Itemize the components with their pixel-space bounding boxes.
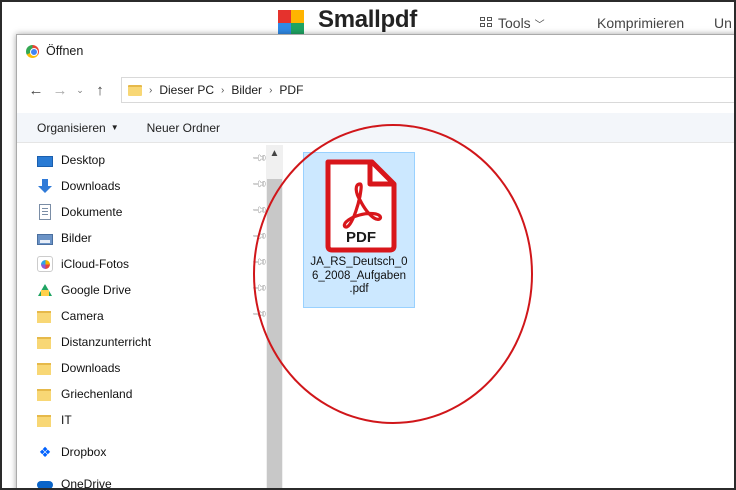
breadcrumb-separator-icon: › [269,84,273,96]
chrome-icon [26,44,39,58]
folder-icon [37,311,51,323]
sidebar-item-label: Dokumente [61,205,123,219]
breadcrumb-bilder[interactable]: Bilder [231,83,262,97]
back-button[interactable]: ← [25,79,47,101]
sidebar-item-label: IT [61,413,72,427]
sidebar-item-label: Distanzunterricht [61,335,152,349]
folder-icon [128,84,142,96]
sidebar-item-label: iCloud-Fotos [61,257,130,271]
sidebar-item-desktop[interactable]: Desktop [37,147,105,173]
breadcrumb-dieser-pc[interactable]: Dieser PC [159,83,214,97]
sidebar-item-bilder[interactable]: Bilder [37,225,92,251]
sidebar-item-label: Griechenland [61,387,133,401]
documents-icon [39,204,51,220]
organize-button[interactable]: Organisieren ▼ [37,121,119,135]
sidebar-item-icloud-fotos[interactable]: iCloud-Fotos [37,251,129,277]
sidebar-item-downloads[interactable]: Downloads [37,173,120,199]
breadcrumb-separator-icon: › [221,84,225,96]
caret-down-icon: ▼ [110,123,119,132]
google-drive-icon [37,282,53,298]
scrollbar-thumb[interactable] [267,179,282,488]
folder-icon [37,363,51,375]
tools-menu[interactable]: Tools ﹀ [480,15,545,31]
address-bar[interactable]: › Dieser PC › Bilder › PDF [121,77,734,103]
pictures-icon [37,233,53,245]
background-site-header: Smallpdf Tools ﹀ Komprimieren Un [2,2,734,38]
smallpdf-brand[interactable]: Smallpdf [318,6,417,34]
smallpdf-logo-icon[interactable] [278,10,304,36]
sidebar-scrollbar[interactable]: ▲ [266,145,283,488]
desktop-icon [37,155,53,167]
icloud-photos-icon [37,256,53,272]
sidebar-item-label: Downloads [61,179,121,193]
sidebar-item-label: Google Drive [61,283,132,297]
downloads-icon [37,178,53,194]
pdf-file-icon: PDF [325,159,397,253]
file-name-line: JA_RS_Deutsch_0 [310,256,408,268]
organize-label: Organisieren [37,120,106,135]
sidebar-item-label: Desktop [61,153,106,167]
chevron-down-icon: ﹀ [534,20,545,31]
navigation-bar: ← → ⌄ ↑ › Dieser PC › Bilder › PDF [17,67,734,113]
open-file-dialog: Öffnen ← → ⌄ ↑ › Dieser PC › Bilder › PD… [16,34,734,490]
breadcrumb-pdf[interactable]: PDF [279,83,303,97]
sidebar-item-distanzunterricht[interactable]: Distanzunterricht [37,329,151,355]
breadcrumb-separator-icon: › [149,84,153,96]
sidebar-item-it[interactable]: IT [37,407,72,433]
forward-button[interactable]: → [49,79,71,101]
folder-icon [37,337,51,349]
recent-locations-button[interactable]: ⌄ [73,79,87,101]
dialog-toolbar: Organisieren ▼ Neuer Ordner [17,113,734,143]
dialog-titlebar[interactable]: Öffnen [17,35,734,67]
sidebar-item-label: OneDrive [61,477,112,490]
sidebar-item-onedrive[interactable]: OneDrive [37,471,112,490]
file-item-pdf[interactable]: PDF JA_RS_Deutsch_0 6_2008_Aufgaben .pdf [303,152,415,308]
folder-icon [37,415,51,427]
nav-komprimieren[interactable]: Komprimieren [597,15,684,31]
sidebar-item-dokumente[interactable]: Dokumente [37,199,122,225]
sidebar-item-label: Bilder [61,231,92,245]
file-name-line: 6_2008_Aufgaben [311,269,406,282]
pdf-icon-label: PDF [346,229,376,246]
tools-label: Tools [498,15,531,31]
file-name: JA_RS_Deutsch_0 6_2008_Aufgaben .pdf [306,256,412,297]
scroll-up-arrow-icon[interactable]: ▲ [266,145,283,162]
navigation-pane: Desktop 📌︎ Downloads 📌︎ Dokumente 📌︎ Bil… [17,145,284,490]
screenshot-frame: Smallpdf Tools ﹀ Komprimieren Un Öffnen … [0,0,736,490]
sidebar-item-griechenland[interactable]: Griechenland [37,381,132,407]
up-button[interactable]: ↑ [89,79,111,101]
sidebar-item-camera[interactable]: Camera [37,303,104,329]
nav-truncated[interactable]: Un [714,15,732,31]
onedrive-icon [37,476,53,488]
sidebar-item-label: Downloads [61,361,121,375]
dialog-title: Öffnen [46,44,84,58]
file-name-line: .pdf [349,283,369,295]
sidebar-item-google-drive[interactable]: Google Drive [37,277,131,303]
sidebar-item-downloads-folder[interactable]: Downloads [37,355,120,381]
new-folder-button[interactable]: Neuer Ordner [147,121,220,135]
folder-icon [37,389,51,401]
apps-grid-icon [480,17,494,29]
sidebar-item-label: Camera [61,309,104,323]
sidebar-item-label: Dropbox [61,445,107,459]
sidebar-item-dropbox[interactable]: ❖ Dropbox [37,439,107,465]
dropbox-icon: ❖ [38,444,52,460]
